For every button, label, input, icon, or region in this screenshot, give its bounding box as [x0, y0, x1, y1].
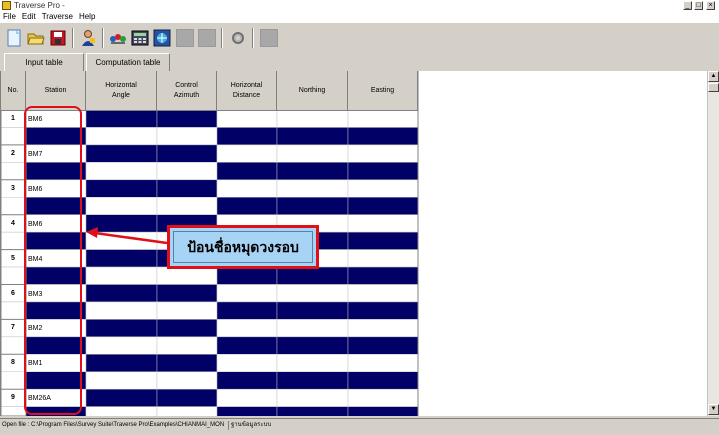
callout-text: ป้อนชื่อหมุดวงรอบ	[187, 240, 299, 256]
traverse-pro-window: Traverse Pro - _ □ × File Edit Traverse …	[0, 0, 719, 435]
annotation-arrow	[86, 227, 168, 245]
annotation-callout: ป้อนชื่อหมุดวงรอบ	[167, 225, 319, 269]
